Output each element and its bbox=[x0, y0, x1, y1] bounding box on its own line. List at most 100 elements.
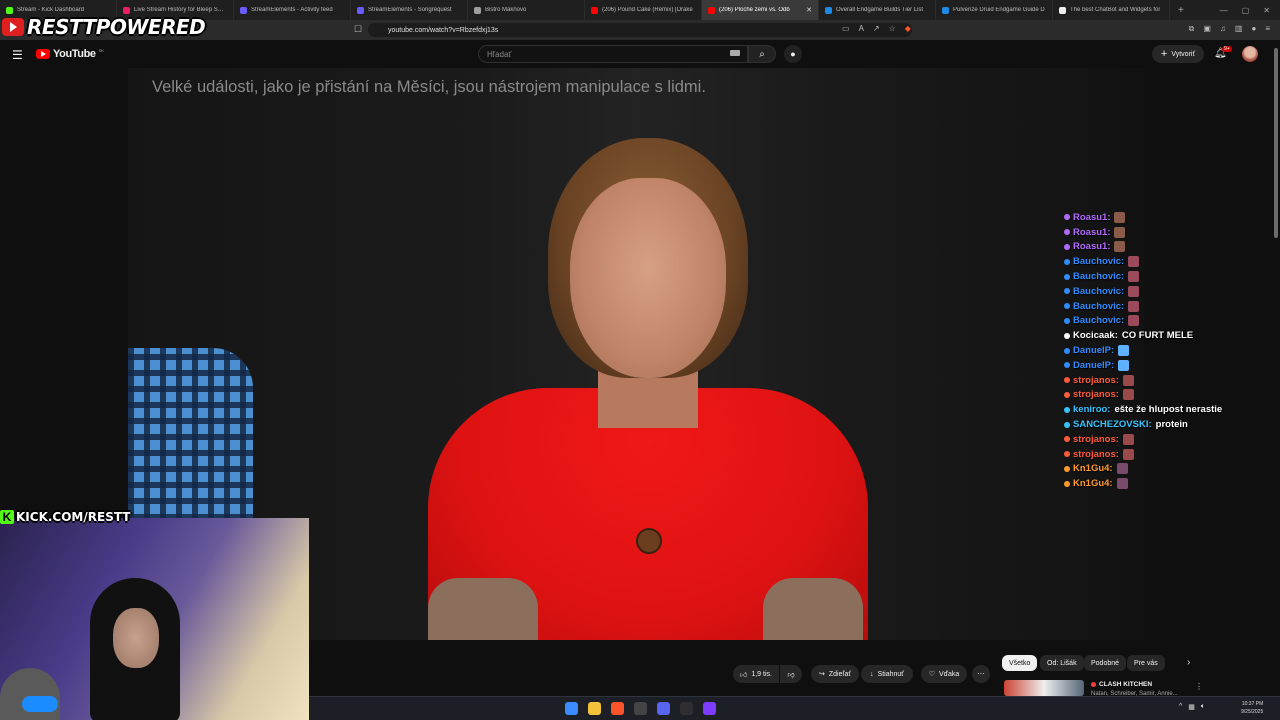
recommendation-menu-icon[interactable]: ⋮ bbox=[1195, 682, 1203, 691]
clock-time: 10:37 PM bbox=[1241, 701, 1264, 707]
more-actions-button[interactable]: ⋯ bbox=[972, 665, 990, 683]
pendant bbox=[636, 528, 662, 554]
streamer-face bbox=[113, 608, 159, 668]
browser-tab[interactable]: Bistro Maknovo bbox=[468, 0, 585, 20]
browser-tab[interactable]: The best ChatBot and Widgets for bbox=[1053, 0, 1170, 20]
chat-emote-icon bbox=[1114, 211, 1126, 223]
tray-up-icon[interactable]: ^ bbox=[1179, 703, 1182, 711]
network-icon[interactable]: ▦ bbox=[1188, 703, 1195, 711]
tab-favicon-icon bbox=[591, 6, 598, 14]
chat-badge-icon bbox=[1064, 406, 1070, 413]
recommendation-thumbnail[interactable] bbox=[1004, 680, 1084, 696]
new-tab-button[interactable]: + bbox=[1170, 5, 1192, 16]
extensions-icon[interactable]: ⧉ bbox=[1189, 24, 1195, 34]
chat-username: keniroo: bbox=[1073, 404, 1111, 416]
chat-username: strojanos: bbox=[1073, 433, 1119, 445]
thumbs-down-icon: 👎︎ bbox=[787, 671, 795, 679]
chat-username: Roasu1: bbox=[1073, 226, 1111, 238]
chat-emote-icon bbox=[1128, 271, 1140, 283]
discord-icon[interactable] bbox=[657, 702, 670, 715]
chat-username: Kn1Gu4: bbox=[1073, 463, 1113, 475]
file-explorer-icon[interactable] bbox=[588, 702, 601, 715]
tab-title: StreamElements - Activity feed bbox=[251, 7, 333, 13]
create-button[interactable]: + Vytvoriť bbox=[1152, 45, 1204, 63]
minimize-icon[interactable]: — bbox=[1220, 6, 1228, 15]
chat-badge-icon bbox=[1064, 362, 1070, 369]
taskbar-clock[interactable]: 10:37 PM 9/25/2025 bbox=[1241, 700, 1263, 716]
close-window-icon[interactable]: ✕ bbox=[1263, 6, 1270, 15]
tab-favicon-icon bbox=[825, 6, 832, 14]
chip-related[interactable]: Podobné bbox=[1084, 655, 1127, 671]
menu-icon[interactable]: ≡ bbox=[1265, 24, 1270, 34]
chat-badge-icon bbox=[1064, 229, 1070, 236]
chat-emote-icon bbox=[1128, 315, 1140, 327]
share-button[interactable]: ↪ Zdieľať bbox=[811, 665, 859, 683]
brand-name: RESTTPOWERED bbox=[27, 15, 206, 39]
browser-tab[interactable]: (206) Pound Cake (Remix) [Drake bbox=[585, 0, 702, 20]
recommendation-title-row[interactable]: CLASH KITCHEN bbox=[1091, 681, 1152, 688]
chat-text: protein bbox=[1155, 419, 1188, 431]
media-icon[interactable]: ♫ bbox=[1220, 24, 1226, 34]
tab-title: Pulverize Druid Endgame Guide D bbox=[953, 7, 1045, 13]
tab-title: (206) Ploché zemi vs. Odb bbox=[719, 7, 790, 13]
browser-tab[interactable]: StreamElements - Songrequest bbox=[351, 0, 468, 20]
search-input[interactable]: Hľadať bbox=[478, 45, 748, 63]
clock-date: 9/25/2025 bbox=[1241, 709, 1264, 715]
tab-close-icon[interactable]: ✕ bbox=[806, 6, 812, 14]
browser-tab[interactable]: (206) Ploché zemi vs. Odb ✕ bbox=[702, 0, 819, 20]
tab-favicon-icon bbox=[942, 6, 949, 14]
terminal-icon[interactable] bbox=[634, 702, 647, 715]
share-icon[interactable]: ↗ bbox=[873, 24, 880, 33]
speaker-figure bbox=[418, 138, 878, 640]
brave-shield-icon[interactable]: ◆ bbox=[905, 24, 911, 33]
voice-search-button[interactable]: ● bbox=[784, 45, 802, 63]
chip-from-channel[interactable]: Od: Lišák bbox=[1040, 655, 1084, 671]
cast-icon[interactable]: ▭ bbox=[842, 24, 850, 33]
url-field[interactable]: youtube.com/watch?v=Rbzefdxj13s bbox=[368, 23, 912, 37]
brave-browser-icon[interactable] bbox=[611, 702, 624, 715]
chat-emote-icon bbox=[1114, 241, 1126, 253]
tab-favicon-icon bbox=[357, 6, 364, 14]
webcam-feed bbox=[0, 518, 309, 720]
youtube-logo[interactable]: YouTube SK bbox=[36, 48, 104, 60]
browser-tab[interactable]: Pulverize Druid Endgame Guide D bbox=[936, 0, 1053, 20]
browser-tab[interactable]: Overall Endgame Builds Tier List bbox=[819, 0, 936, 20]
sidebar-icon[interactable]: ▥ bbox=[1235, 24, 1243, 34]
volume-icon[interactable]: 🔈︎ bbox=[1201, 703, 1205, 711]
browser-tab[interactable]: StreamElements - Activity feed bbox=[234, 0, 351, 20]
chat-message: Bauchovic: bbox=[1064, 314, 1278, 329]
chat-message: strojanos: bbox=[1064, 373, 1278, 388]
tab-favicon-icon bbox=[474, 6, 481, 14]
thanks-button[interactable]: ♡ Vďaka bbox=[921, 665, 967, 683]
bookmark-icon[interactable]: ☐ bbox=[354, 24, 362, 35]
chat-message: strojanos: bbox=[1064, 447, 1278, 462]
chip-for-you[interactable]: Pre vás bbox=[1127, 655, 1165, 671]
chat-emote-icon bbox=[1116, 463, 1128, 475]
tab-title: The best ChatBot and Widgets for bbox=[1070, 7, 1161, 13]
chat-badge-icon bbox=[1064, 288, 1070, 295]
search-button[interactable]: ⌕ bbox=[748, 45, 776, 63]
chat-message: DanuelP: bbox=[1064, 343, 1278, 358]
obs-icon[interactable] bbox=[680, 702, 693, 715]
dislike-button[interactable]: 👎︎ bbox=[780, 665, 802, 683]
maximize-icon[interactable]: ▢ bbox=[1242, 6, 1250, 15]
download-button[interactable]: ↓ Stiahnuť bbox=[861, 665, 913, 683]
hamburger-menu-icon[interactable]: ☰ bbox=[12, 48, 23, 62]
chat-message: keniroo: ešte že hlupost nerastie bbox=[1064, 402, 1278, 417]
screenshot-icon[interactable]: ▣ bbox=[1203, 24, 1211, 34]
like-button[interactable]: 👍︎ 1,9 tis. bbox=[733, 665, 779, 683]
chip-all[interactable]: Všetko bbox=[1002, 655, 1038, 671]
tab-favicon-icon bbox=[708, 6, 715, 14]
translate-icon[interactable]: A bbox=[859, 24, 864, 33]
avatar[interactable] bbox=[1242, 46, 1258, 62]
star-icon[interactable]: ☆ bbox=[889, 24, 896, 33]
chat-username: Bauchovic: bbox=[1073, 285, 1125, 297]
windows-start-icon[interactable] bbox=[565, 702, 578, 715]
tab-title: Stream - Kick Dashboard bbox=[17, 7, 85, 13]
stream-chat-overlay: Roasu1: Roasu1: Roasu1: Bauchovic: Bauchovic… bbox=[1064, 210, 1278, 491]
chat-badge-icon bbox=[1064, 377, 1070, 384]
streamer-app-icon[interactable] bbox=[703, 702, 716, 715]
keyboard-icon[interactable] bbox=[730, 50, 740, 56]
chevron-right-icon[interactable]: › bbox=[1187, 657, 1190, 668]
profile-icon[interactable]: ● bbox=[1251, 24, 1256, 34]
